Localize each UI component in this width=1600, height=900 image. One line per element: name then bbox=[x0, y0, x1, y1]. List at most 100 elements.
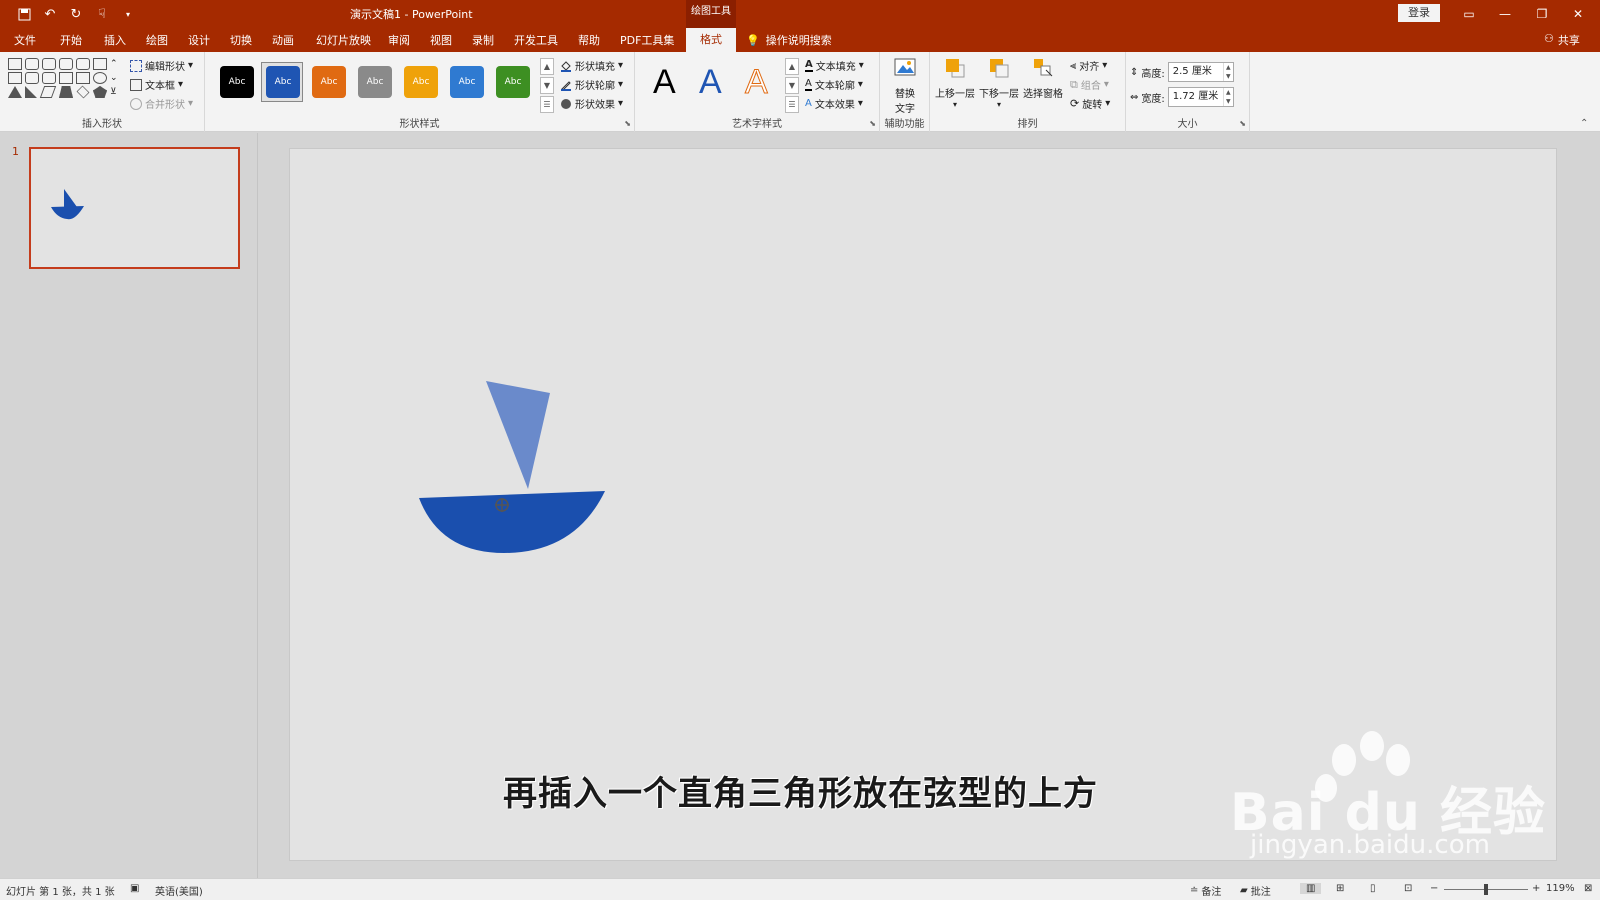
right-triangle-shape-icon[interactable] bbox=[25, 86, 37, 98]
tab-insert[interactable]: 插入 bbox=[104, 32, 126, 48]
tab-help[interactable]: 帮助 bbox=[578, 32, 600, 48]
pentagon-shape-icon[interactable] bbox=[93, 86, 107, 98]
style-swatch-blue[interactable]: Abc bbox=[266, 66, 300, 98]
normal-view-icon[interactable]: ▥ bbox=[1300, 883, 1322, 894]
triangle-sail-shape[interactable] bbox=[486, 381, 550, 489]
gallery-more-icon[interactable]: ⊻ bbox=[110, 86, 124, 98]
wordart-black[interactable]: A bbox=[653, 64, 676, 100]
rectangle-2-shape-icon[interactable] bbox=[8, 72, 22, 84]
text-fill-button[interactable]: A 文本填充 ▾ bbox=[805, 58, 864, 73]
style-swatch-gray[interactable]: Abc bbox=[358, 66, 392, 98]
chord-boat-shape[interactable] bbox=[419, 491, 605, 553]
notes-button[interactable]: ≐ 备注 bbox=[1190, 883, 1221, 898]
trapezoid-shape-icon[interactable] bbox=[59, 86, 73, 98]
shape-fill-button[interactable]: 形状填充 ▾ bbox=[560, 58, 623, 73]
text-rectangle-shape-icon[interactable] bbox=[93, 58, 107, 70]
customize-qat-icon[interactable]: ▾ bbox=[118, 4, 138, 24]
zoom-out-button[interactable]: − bbox=[1430, 883, 1438, 894]
tab-file[interactable]: 文件 bbox=[14, 32, 36, 48]
slide-sorter-icon[interactable]: ⊞ bbox=[1336, 883, 1344, 894]
snip-rectangle-shape-icon[interactable] bbox=[42, 58, 56, 70]
tab-animations[interactable]: 动画 bbox=[272, 32, 294, 48]
wordart-blue[interactable]: A bbox=[699, 64, 722, 100]
language-status[interactable]: 英语(美国) bbox=[155, 883, 203, 898]
tab-record[interactable]: 录制 bbox=[472, 32, 494, 48]
share-button[interactable]: ⚇ 共享 bbox=[1544, 32, 1580, 48]
text-outline-button[interactable]: A 文本轮廓 ▾ bbox=[805, 77, 863, 92]
gallery-more-icon[interactable]: ☰ bbox=[540, 96, 554, 113]
rounded-rectangle-shape-icon[interactable] bbox=[25, 58, 39, 70]
slide-thumbnail[interactable] bbox=[29, 147, 240, 269]
login-button[interactable]: 登录 bbox=[1398, 4, 1440, 22]
frame-shape-icon[interactable] bbox=[42, 72, 56, 84]
text-box-shape-icon[interactable] bbox=[59, 72, 73, 84]
triangle-shape-icon[interactable] bbox=[8, 86, 22, 98]
edit-shape-button[interactable]: 编辑形状 ▾ bbox=[130, 58, 193, 73]
collapse-ribbon-icon[interactable]: ⌃ bbox=[1580, 118, 1588, 129]
gallery-scroll-down-icon[interactable]: ⌄ bbox=[110, 72, 124, 84]
tab-slideshow[interactable]: 幻灯片放映 bbox=[316, 32, 371, 48]
merge-shapes-button[interactable]: 合并形状 ▾ bbox=[130, 96, 193, 111]
width-spinner[interactable]: ▲ ▼ bbox=[1222, 88, 1233, 106]
zoom-slider-thumb[interactable] bbox=[1484, 884, 1488, 895]
minimize-icon[interactable]: — bbox=[1490, 4, 1520, 24]
rounded-rectangle-2-shape-icon[interactable] bbox=[25, 72, 39, 84]
rectangle-shape-icon[interactable] bbox=[8, 58, 22, 70]
rotate-button[interactable]: ⟳ 旋转 ▾ bbox=[1070, 96, 1110, 111]
group-button[interactable]: ⧉ 组合 ▾ bbox=[1070, 77, 1109, 93]
close-icon[interactable]: ✕ bbox=[1563, 4, 1593, 24]
tell-me-search[interactable]: 💡 操作说明搜索 bbox=[746, 32, 832, 48]
text-effects-button[interactable]: A 文本效果 ▾ bbox=[805, 96, 863, 111]
alt-text-button[interactable]: 替换 文字 bbox=[885, 56, 925, 115]
touch-mode-icon[interactable]: ☟ bbox=[92, 4, 112, 24]
text-box-button[interactable]: 文本框 ▾ bbox=[130, 77, 183, 92]
gallery-down-icon[interactable]: ▼ bbox=[540, 77, 554, 94]
align-button[interactable]: ⫷ 对齐 ▾ bbox=[1070, 58, 1107, 74]
style-swatch-green[interactable]: Abc bbox=[496, 66, 530, 98]
size-launcher-icon[interactable]: ⬊ bbox=[1239, 119, 1246, 128]
bring-forward-button[interactable]: 上移一层 ▾ bbox=[934, 56, 976, 109]
tab-review[interactable]: 审阅 bbox=[388, 32, 410, 48]
redo-icon[interactable]: ↻ bbox=[66, 4, 86, 24]
style-swatch-orange[interactable]: Abc bbox=[312, 66, 346, 98]
oval-shape-icon[interactable] bbox=[93, 72, 107, 84]
reading-view-icon[interactable]: ▯ bbox=[1370, 883, 1376, 894]
tab-view[interactable]: 视图 bbox=[430, 32, 452, 48]
parallelogram-shape-icon[interactable] bbox=[39, 86, 57, 98]
slideshow-view-icon[interactable]: ⊡ bbox=[1404, 883, 1412, 894]
gallery-up-icon[interactable]: ▲ bbox=[785, 58, 799, 75]
height-input[interactable]: 2.5 厘米 ▲ ▼ bbox=[1167, 62, 1234, 82]
style-swatch-black[interactable]: Abc bbox=[220, 66, 254, 98]
round-snip-rectangle-shape-icon[interactable] bbox=[59, 58, 73, 70]
tab-format[interactable]: 格式 bbox=[686, 28, 736, 52]
comments-button[interactable]: ▰ 批注 bbox=[1240, 883, 1271, 898]
gallery-scroll-up-icon[interactable]: ⌃ bbox=[110, 58, 124, 70]
tab-transitions[interactable]: 切换 bbox=[230, 32, 252, 48]
tab-home[interactable]: 开始 bbox=[60, 32, 82, 48]
width-input[interactable]: 1.72 厘米 ▲ ▼ bbox=[1167, 87, 1234, 107]
shape-effects-button[interactable]: 形状效果 ▾ bbox=[560, 96, 623, 111]
save-icon[interactable] bbox=[14, 4, 34, 24]
diamond-shape-icon[interactable] bbox=[76, 85, 90, 99]
selection-pane-button[interactable]: 选择窗格 bbox=[1022, 56, 1064, 100]
restore-icon[interactable]: ❐ bbox=[1527, 4, 1557, 24]
ribbon-display-options-icon[interactable]: ▭ bbox=[1454, 4, 1484, 24]
image-frame-shape-icon[interactable] bbox=[76, 72, 90, 84]
send-backward-button[interactable]: 下移一层 ▾ bbox=[978, 56, 1020, 109]
style-swatch-gold[interactable]: Abc bbox=[404, 66, 438, 98]
tab-developer[interactable]: 开发工具 bbox=[514, 32, 558, 48]
spellcheck-icon[interactable]: ▣ bbox=[130, 883, 139, 894]
gallery-up-icon[interactable]: ▲ bbox=[540, 58, 554, 75]
height-spinner[interactable]: ▲ ▼ bbox=[1222, 63, 1233, 81]
zoom-level[interactable]: 119% bbox=[1546, 883, 1575, 894]
tab-pdf-tools[interactable]: PDF工具集 bbox=[620, 32, 674, 48]
style-swatch-light-blue[interactable]: Abc bbox=[450, 66, 484, 98]
shape-outline-button[interactable]: 形状轮廓 ▾ bbox=[560, 77, 623, 92]
gallery-down-icon[interactable]: ▼ bbox=[785, 77, 799, 94]
wordart-orange-outline[interactable]: A bbox=[745, 64, 769, 101]
tab-draw[interactable]: 绘图 bbox=[146, 32, 168, 48]
tab-design[interactable]: 设计 bbox=[188, 32, 210, 48]
round-corner-rectangle-shape-icon[interactable] bbox=[76, 58, 90, 70]
undo-icon[interactable]: ↶ bbox=[40, 4, 60, 24]
gallery-more-icon[interactable]: ☰ bbox=[785, 96, 799, 113]
